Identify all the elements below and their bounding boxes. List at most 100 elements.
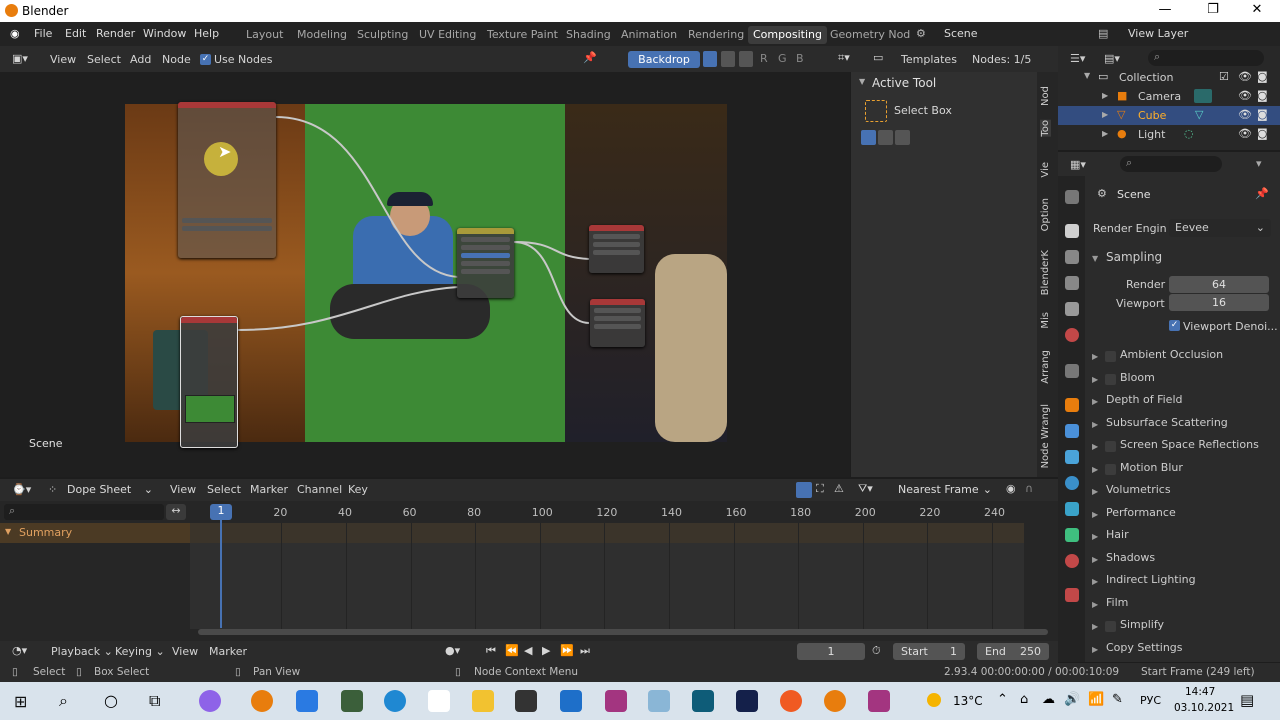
node-menu-add[interactable]: Add bbox=[130, 53, 151, 66]
weather-icon[interactable] bbox=[927, 693, 941, 707]
panel-copy-settings[interactable]: ▶ Copy Settings bbox=[1092, 641, 1274, 661]
use-nodes-checkbox[interactable]: ✓ bbox=[200, 54, 211, 65]
app-icon-teal[interactable] bbox=[692, 690, 714, 712]
panel-ambient-occlusion[interactable]: ▶ Ambient Occlusion bbox=[1092, 348, 1274, 368]
workspace-tab-sculpting[interactable]: Sculpting bbox=[352, 26, 413, 44]
timeline-ruler[interactable]: 20 40 60 80 100 120 140 160 180 200 220 240 bbox=[190, 501, 1024, 629]
panel-screen-space-reflections[interactable]: ▶ Screen Space Reflections bbox=[1092, 438, 1274, 458]
minimize-button[interactable]: — bbox=[1142, 2, 1188, 20]
texture-tab-icon[interactable] bbox=[1065, 588, 1079, 602]
render-samples-field[interactable]: 64 bbox=[1169, 276, 1269, 293]
templates-menu[interactable]: Templates bbox=[901, 53, 957, 66]
timeline-view-menu[interactable]: View bbox=[172, 645, 198, 658]
show-hidden-icon[interactable]: ⛶ bbox=[816, 482, 824, 496]
editor-type-icon[interactable]: ▣▾ bbox=[12, 52, 28, 65]
jump-next-keyframe-icon[interactable]: ⏩ bbox=[560, 644, 574, 657]
outliner-row-light[interactable]: ▶ ● Light ◌ 👁 ◙ bbox=[1058, 125, 1280, 144]
input-language[interactable]: РУС bbox=[1140, 694, 1161, 707]
volume-icon[interactable]: 🔊 bbox=[1064, 692, 1080, 707]
camera-visibility-eye-icon[interactable]: 👁 bbox=[1238, 89, 1252, 102]
panel-subsurface-scattering[interactable]: ▶ Subsurface Scattering bbox=[1092, 416, 1274, 436]
object-tab-icon[interactable] bbox=[1065, 398, 1079, 412]
view-layer-selector[interactable]: View Layer bbox=[1128, 27, 1188, 40]
output-properties-tab-icon[interactable] bbox=[1065, 250, 1079, 264]
notifications-icon[interactable]: ▤ bbox=[1240, 691, 1254, 709]
menu-edit[interactable]: Edit bbox=[65, 27, 86, 40]
channel-g[interactable]: G bbox=[778, 52, 787, 65]
node-menu-view[interactable]: View bbox=[50, 53, 76, 66]
proportional-edit-icon[interactable]: ◉ bbox=[1006, 482, 1016, 495]
firefox-icon[interactable] bbox=[780, 690, 802, 712]
end-frame-field[interactable]: End 250 bbox=[977, 643, 1049, 660]
snap-mode-dropdown[interactable]: Nearest Frame ⌄ bbox=[893, 481, 997, 499]
edge-browser-icon[interactable] bbox=[384, 690, 406, 712]
active-tool-chevron-icon[interactable]: ▼ bbox=[859, 77, 865, 86]
clock-date[interactable]: 03.10.2021 bbox=[1174, 702, 1234, 714]
panel-hair[interactable]: ▶ Hair bbox=[1092, 528, 1274, 548]
workspace-tab-layout[interactable]: Layout bbox=[241, 26, 288, 44]
tab-view[interactable]: Vie bbox=[1040, 162, 1051, 178]
store-icon[interactable] bbox=[515, 690, 537, 712]
start-frame-field[interactable]: Start 1 bbox=[893, 643, 965, 660]
falloff-icon[interactable]: ∩ bbox=[1025, 482, 1033, 495]
dope-sheet-body[interactable]: ⌕ ↔ ▼ Summary 20 40 60 80 100 120 140 160 180 200… bbox=[0, 501, 1058, 641]
node-movie-clip[interactable] bbox=[180, 316, 238, 448]
light-visibility-eye-icon[interactable]: 👁 bbox=[1238, 127, 1252, 140]
snap-icon[interactable]: ⌗▾ bbox=[838, 51, 850, 65]
panel-performance[interactable]: ▶ Performance bbox=[1092, 506, 1274, 526]
tab-node[interactable]: Nod bbox=[1040, 86, 1051, 106]
only-selected-icon[interactable] bbox=[796, 482, 812, 498]
horizontal-scrollbar[interactable] bbox=[198, 629, 1048, 635]
workspace-tab-geometry-nodes[interactable]: Geometry Nod bbox=[825, 26, 915, 44]
backdrop-toggle[interactable]: Backdrop bbox=[628, 51, 700, 68]
workspace-tab-modeling[interactable]: Modeling bbox=[292, 26, 352, 44]
data-tab-icon[interactable] bbox=[1065, 528, 1079, 542]
properties-editor-icon[interactable]: ▦▾ bbox=[1070, 158, 1086, 171]
panel-depth-of-field[interactable]: ▶ Depth of Field bbox=[1092, 393, 1274, 413]
windows-start-icon[interactable]: ⊞ bbox=[14, 692, 27, 711]
app-icon-magenta-2[interactable] bbox=[868, 690, 890, 712]
only-errors-icon[interactable]: ⚠ bbox=[834, 482, 844, 495]
light-data-icon[interactable]: ◌ bbox=[1184, 127, 1194, 140]
tab-tool[interactable]: Too bbox=[1040, 120, 1051, 137]
blender-menu-icon[interactable]: ◉ bbox=[10, 27, 20, 40]
dope-menu-marker[interactable]: Marker bbox=[250, 483, 288, 496]
dope-menu-select[interactable]: Select bbox=[207, 483, 241, 496]
amazon-icon[interactable] bbox=[428, 690, 450, 712]
current-frame-indicator[interactable]: 1 bbox=[210, 504, 232, 520]
channel-b[interactable]: B bbox=[796, 52, 804, 65]
dope-mode-dropdown[interactable]: Dope Sheet ⌄ bbox=[62, 481, 158, 499]
panel-motion-blur[interactable]: ▶ Motion Blur bbox=[1092, 461, 1274, 481]
jump-prev-keyframe-icon[interactable]: ⏪ bbox=[505, 644, 519, 657]
tray-chevron-up-icon[interactable]: ⌃ bbox=[997, 692, 1008, 707]
weather-temperature[interactable]: 13°C bbox=[953, 694, 983, 708]
playback-menu[interactable]: Playback ⌄ bbox=[51, 645, 113, 658]
backdrop-channel-color-alpha[interactable] bbox=[703, 51, 717, 67]
properties-search-input[interactable]: ⌕ bbox=[1120, 156, 1222, 172]
outliner-editor-icon[interactable]: ☰▾ bbox=[1070, 52, 1085, 65]
search-icon[interactable]: ⌕ bbox=[59, 691, 68, 711]
motion-blur-checkbox[interactable] bbox=[1105, 464, 1116, 475]
dope-menu-key[interactable]: Key bbox=[348, 483, 368, 496]
current-frame-field[interactable]: 1 bbox=[797, 643, 865, 660]
render-properties-tab-icon[interactable] bbox=[1065, 224, 1079, 238]
summary-row[interactable]: ▼ Summary bbox=[0, 523, 190, 543]
node-viewer[interactable] bbox=[590, 299, 645, 347]
tab-node-wrangler[interactable]: Node Wrangl bbox=[1040, 404, 1051, 468]
collection-visibility-eye-icon[interactable]: 👁 bbox=[1238, 70, 1252, 83]
workspace-tab-animation[interactable]: Animation bbox=[616, 26, 682, 44]
ambient-occlusion-checkbox[interactable] bbox=[1105, 351, 1116, 362]
clock-time[interactable]: 14:47 bbox=[1185, 686, 1215, 698]
tab-blenderkit[interactable]: BlenderK bbox=[1040, 250, 1051, 295]
display-mode-icon[interactable]: ▤▾ bbox=[1104, 52, 1120, 65]
channel-search-input[interactable]: ⌕ bbox=[4, 504, 164, 520]
panel-volumetrics[interactable]: ▶ Volumetrics bbox=[1092, 483, 1274, 503]
app-icon-magenta[interactable] bbox=[605, 690, 627, 712]
play-icon[interactable]: ▶ bbox=[542, 644, 550, 657]
filter-icon[interactable]: ⛛▾ bbox=[858, 482, 873, 496]
camera-render-camera-icon[interactable]: ◙ bbox=[1257, 89, 1268, 102]
viewport-denoise-checkbox[interactable]: ✓ bbox=[1169, 320, 1180, 331]
outliner-row-cube[interactable]: ▶ ▽ Cube ▽ 👁 ◙ bbox=[1058, 106, 1280, 125]
outliner-row-collection[interactable]: ▼ ▭ Collection ☑ 👁 ◙ bbox=[1058, 68, 1280, 87]
task-view-icon[interactable]: ⧉ bbox=[149, 691, 160, 711]
